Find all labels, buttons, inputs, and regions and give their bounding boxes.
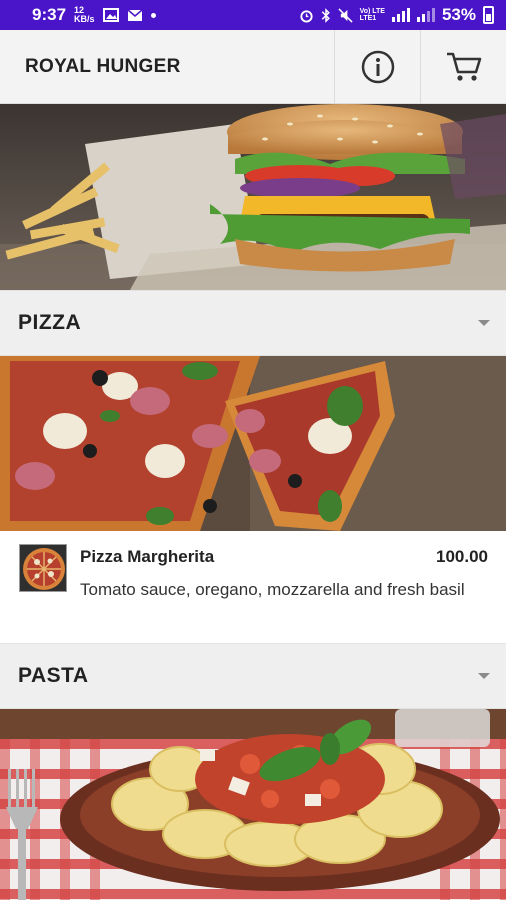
status-left-icons: 12 KB/s xyxy=(74,6,156,24)
info-button[interactable] xyxy=(334,30,420,103)
chevron-down-icon xyxy=(478,673,490,679)
app-bar: ROYAL HUNGER xyxy=(0,30,506,104)
chevron-down-icon xyxy=(478,320,490,326)
info-icon xyxy=(361,50,394,83)
category-title: PIZZA xyxy=(18,311,82,334)
signal-icon xyxy=(391,8,410,22)
cart-button[interactable] xyxy=(420,30,506,103)
notification-dot-icon xyxy=(150,12,156,18)
data-speed-indicator: 12 KB/s xyxy=(74,5,95,24)
signal-2-icon xyxy=(416,8,435,22)
network-type: Vo) LTE LTE1 xyxy=(359,8,385,22)
alarm-icon xyxy=(299,9,313,23)
app-bar-actions xyxy=(334,30,506,103)
item-name: Pizza Margherita xyxy=(80,547,215,566)
item-description: Tomato sauce, oregano, mozzarella and fr… xyxy=(80,580,465,599)
category-header-pasta[interactable]: PASTA xyxy=(0,643,506,709)
mail-icon xyxy=(127,8,143,21)
category-header-pizza[interactable]: PIZZA xyxy=(0,290,506,356)
gallery-icon xyxy=(102,8,119,22)
status-right-icons: Vo) LTE LTE1 53% xyxy=(299,5,494,25)
hero-banner-image xyxy=(0,104,506,290)
cart-icon xyxy=(446,52,481,81)
battery-percent: 53% xyxy=(441,5,476,24)
pasta-category-image xyxy=(0,709,506,900)
status-bar: 9:37 12 KB/s Vo) LTE LTE1 53% xyxy=(0,0,506,30)
mute-icon xyxy=(337,7,353,23)
status-time: 9:37 xyxy=(32,5,67,24)
pizza-category-image xyxy=(0,356,506,531)
menu-item-pizza-margherita[interactable]: Pizza Margherita 100.00 Tomato sauce, or… xyxy=(0,531,506,643)
app-title: ROYAL HUNGER xyxy=(25,55,181,77)
item-price: 100.00 xyxy=(436,547,488,566)
bluetooth-icon xyxy=(321,7,330,23)
battery-icon xyxy=(483,6,494,24)
category-title: PASTA xyxy=(18,664,89,687)
